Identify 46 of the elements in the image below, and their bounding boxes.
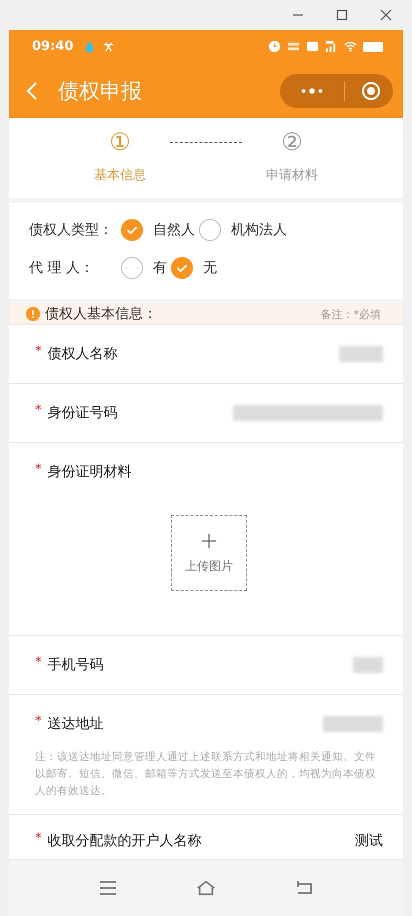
info-icon: [26, 307, 40, 321]
address-note: 注：该送达地址同意管理人通过上述联系方式和地址将相关通知、文件以邮寄、短信、微信、邮箱等方式发送至本债权人的，均视为向本债权人的有效送达。: [35, 750, 377, 799]
alarm-icon: [268, 40, 281, 53]
required-marker: *: [35, 402, 42, 418]
required-marker: *: [35, 714, 42, 728]
plus-icon: [200, 532, 218, 550]
field-label: 收取分配款的开户人名称: [48, 832, 202, 850]
radio-button[interactable]: [121, 219, 143, 241]
wifi-icon: [344, 40, 357, 53]
radio-label[interactable]: 自然人: [153, 221, 195, 239]
radio-button[interactable]: [171, 257, 193, 279]
radio-label[interactable]: 无: [203, 259, 217, 277]
maximize-icon[interactable]: [336, 9, 348, 21]
field-label: 身份证号码: [48, 404, 118, 422]
upload-button[interactable]: 上传图片: [171, 515, 247, 591]
masked-value: [353, 657, 383, 673]
field-label: 送达地址: [48, 715, 104, 733]
step-number: ②: [281, 130, 303, 154]
required-marker: *: [35, 462, 42, 476]
radio-group-label: 代 理 人：: [29, 259, 95, 277]
required-note: 备注：*必填: [320, 306, 381, 322]
field-label: 身份证明材料: [48, 463, 132, 481]
field-label: 债权人名称: [48, 345, 118, 363]
back-icon[interactable]: [26, 80, 38, 100]
required-marker: *: [35, 654, 42, 670]
radio-label[interactable]: 有: [153, 259, 167, 277]
radio-button[interactable]: [121, 257, 143, 279]
section-title: 债权人基本信息：: [45, 305, 157, 323]
home-icon[interactable]: [196, 878, 216, 898]
radio-label[interactable]: 机构法人: [231, 221, 287, 239]
radio-group-label: 债权人类型：: [29, 221, 114, 239]
battery-icon: [363, 42, 383, 52]
close-icon[interactable]: [380, 9, 392, 21]
page-title: 债权申报: [58, 78, 142, 104]
masked-value: [339, 346, 383, 362]
step-number: ①: [109, 130, 131, 154]
required-marker: *: [35, 344, 42, 358]
signal-icon: [325, 40, 338, 53]
field-label: 手机号码: [48, 656, 104, 674]
masked-value: [323, 716, 383, 732]
close-mini-program-icon[interactable]: [361, 80, 381, 100]
menu-icon[interactable]: [98, 878, 118, 898]
required-marker: *: [35, 830, 42, 846]
status-time: 09:40: [32, 39, 74, 54]
radio-button[interactable]: [199, 219, 221, 241]
field-value[interactable]: 测试: [355, 832, 383, 850]
